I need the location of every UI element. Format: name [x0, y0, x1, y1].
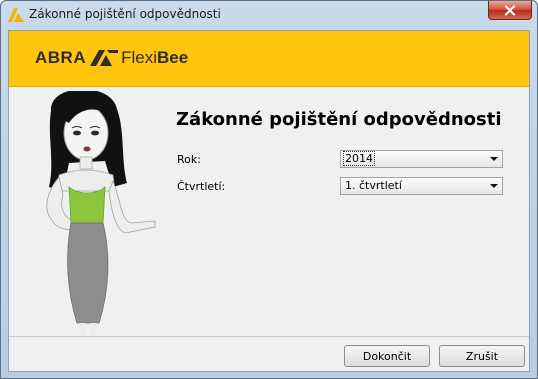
year-select-value: 2014	[343, 151, 375, 166]
year-label: Rok:	[177, 153, 201, 166]
close-button[interactable]	[488, 1, 532, 20]
page-title: Zákonné pojištění odpovědnosti	[176, 109, 502, 130]
quarter-select-value: 1. čtvrtletí	[345, 179, 402, 192]
assistant-illustration	[46, 91, 156, 336]
dialog-content: ABRA Flexi Bee Zákonné pojištění odpověd…	[8, 30, 530, 372]
chevron-down-icon	[490, 157, 498, 161]
quarter-label: Čtvrtletí:	[177, 180, 226, 193]
logo-flexi-text: Flexi	[121, 48, 158, 67]
logo-mark-icon	[90, 50, 119, 66]
quarter-select[interactable]: 1. čtvrtletí	[340, 177, 503, 195]
finish-button[interactable]: Dokončit	[344, 345, 430, 367]
chevron-down-icon	[490, 184, 498, 188]
footer-divider	[9, 336, 529, 337]
logo-abra-text: ABRA	[35, 48, 87, 67]
cancel-button[interactable]: Zrušit	[439, 345, 525, 367]
logo-bee-text: Bee	[157, 48, 189, 67]
header-banner: ABRA Flexi Bee	[9, 31, 529, 87]
abra-flexibee-logo: ABRA Flexi Bee	[35, 48, 188, 68]
title-bar[interactable]: Zákonné pojištění odpovědnosti	[1, 1, 537, 29]
dialog-window: Zákonné pojištění odpovědnosti ABRA Flex…	[0, 0, 538, 379]
app-logo-icon	[8, 8, 24, 22]
window-title: Zákonné pojištění odpovědnosti	[29, 7, 221, 21]
close-icon	[504, 4, 516, 16]
year-select[interactable]: 2014	[340, 150, 503, 168]
